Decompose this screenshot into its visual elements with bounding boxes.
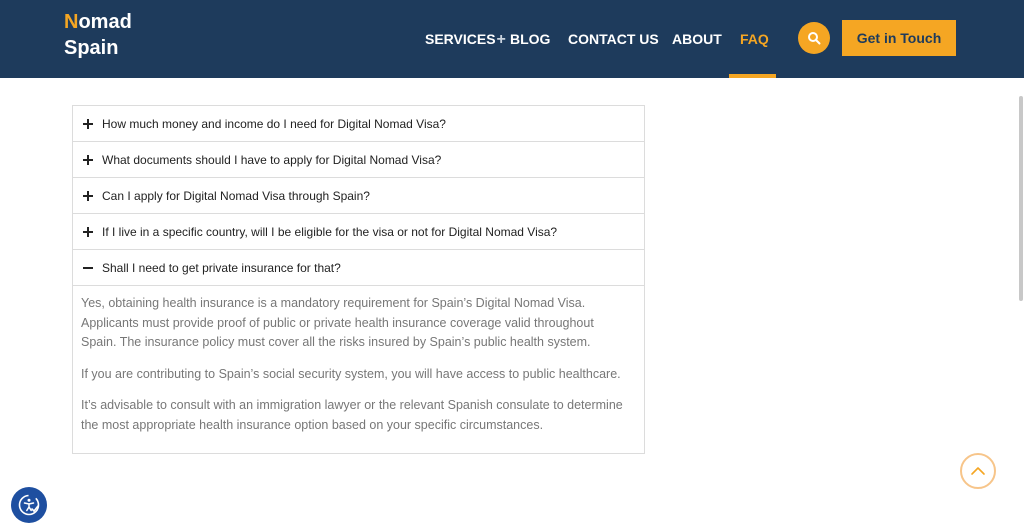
search-button[interactable] xyxy=(798,22,830,54)
faq-answer-paragraph: It’s advisable to consult with an immigr… xyxy=(81,398,623,432)
nav-item-faq[interactable]: FAQ xyxy=(740,30,769,48)
page-scrollbar[interactable] xyxy=(1019,96,1023,301)
plus-icon xyxy=(82,118,94,130)
faq-item: How much money and income do I need for … xyxy=(73,106,644,142)
faq-question-toggle[interactable]: Shall I need to get private insurance fo… xyxy=(73,250,644,285)
faq-question: Shall I need to get private insurance fo… xyxy=(102,260,341,275)
faq-accordion: How much money and income do I need for … xyxy=(72,105,645,454)
logo-accent-letter: N xyxy=(64,11,79,33)
nav-item-about[interactable]: ABOUT xyxy=(672,30,722,48)
plus-icon xyxy=(82,190,94,202)
accessibility-button[interactable] xyxy=(11,487,47,523)
plus-icon xyxy=(82,226,94,238)
nav-item-blog[interactable]: BLOG xyxy=(510,30,550,48)
active-nav-indicator xyxy=(729,74,776,78)
site-header: Nomad Spain SERVICES+ BLOG CONTACT US AB… xyxy=(0,0,1024,78)
plus-icon xyxy=(82,154,94,166)
get-in-touch-button[interactable]: Get in Touch xyxy=(842,20,956,56)
faq-question: Can I apply for Digital Nomad Visa throu… xyxy=(102,188,370,203)
faq-question-toggle[interactable]: If I live in a specific country, will I … xyxy=(73,214,644,249)
faq-question: How much money and income do I need for … xyxy=(102,116,446,131)
faq-item-expanded: Shall I need to get private insurance fo… xyxy=(73,250,644,453)
site-logo[interactable]: Nomad Spain xyxy=(64,9,132,61)
scroll-to-top-button[interactable] xyxy=(960,453,996,489)
faq-answer-paragraph: Yes, obtaining health insurance is a man… xyxy=(81,296,594,349)
logo-text-line1: omad xyxy=(78,11,132,33)
nav-item-contact-us[interactable]: CONTACT US xyxy=(568,30,659,48)
faq-question-toggle[interactable]: Can I apply for Digital Nomad Visa throu… xyxy=(73,178,644,213)
faq-question-toggle[interactable]: What documents should I have to apply fo… xyxy=(73,142,644,177)
nav-label-services: SERVICES xyxy=(425,31,496,47)
nav-item-services[interactable]: SERVICES+ xyxy=(425,30,506,49)
logo-text-line2: Spain xyxy=(64,37,119,59)
faq-item: If I live in a specific country, will I … xyxy=(73,214,644,250)
faq-question: What documents should I have to apply fo… xyxy=(102,152,442,167)
faq-answer: Yes, obtaining health insurance is a man… xyxy=(73,285,644,453)
search-icon xyxy=(808,32,821,45)
faq-item: What documents should I have to apply fo… xyxy=(73,142,644,178)
faq-question-toggle[interactable]: How much money and income do I need for … xyxy=(73,106,644,141)
faq-item: Can I apply for Digital Nomad Visa throu… xyxy=(73,178,644,214)
faq-answer-paragraph: If you are contributing to Spain’s socia… xyxy=(81,366,621,381)
plus-icon: + xyxy=(496,31,506,48)
faq-question: If I live in a specific country, will I … xyxy=(102,224,558,239)
accessibility-icon xyxy=(18,494,40,516)
chevron-up-icon xyxy=(971,467,985,475)
minus-icon xyxy=(82,262,94,274)
